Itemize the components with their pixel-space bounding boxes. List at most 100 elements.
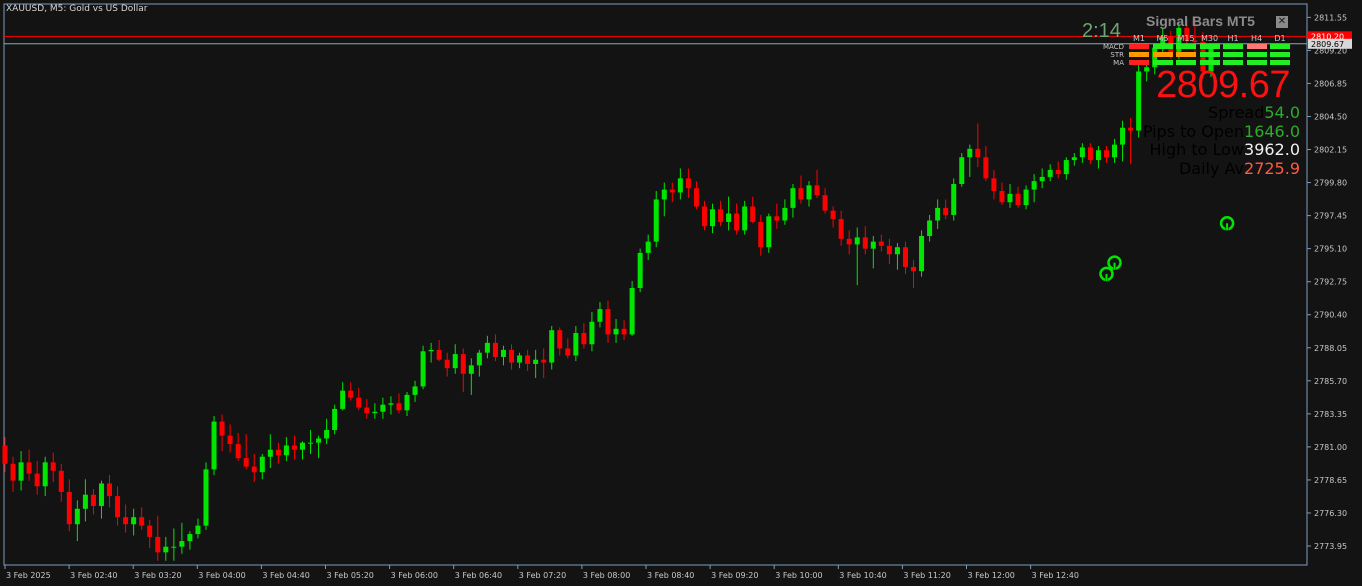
indicator-label: MA [1113, 59, 1124, 67]
candle-body [291, 445, 297, 450]
x-tick-label: 3 Feb 03:20 [134, 571, 181, 580]
y-tick-label: 2797.45 [1314, 212, 1347, 221]
signal-cell [1176, 60, 1196, 65]
candle-body [710, 209, 716, 227]
candle-body [533, 359, 539, 364]
signal-cell [1199, 52, 1220, 57]
signal-cell [1199, 44, 1220, 49]
candle-body [492, 342, 498, 357]
candle-body [742, 206, 748, 231]
x-tick-label: 3 Feb 10:40 [839, 571, 886, 580]
y-tick-label: 2795.10 [1314, 245, 1347, 254]
candle-body [147, 525, 153, 537]
y-tick-label: 2773.95 [1314, 542, 1347, 551]
candle-body [428, 349, 434, 352]
candle-body [1063, 160, 1069, 175]
candle-body [525, 355, 531, 364]
timeframe-label: M5 [1156, 34, 1169, 43]
indicator-label: STR [1110, 51, 1124, 59]
y-tick-label: 2785.70 [1314, 377, 1347, 386]
candle-body [862, 237, 868, 249]
signal-cell [1176, 44, 1196, 49]
y-tick-label: 2792.75 [1314, 278, 1347, 287]
stat-label: Daily Av [1178, 158, 1245, 178]
candle-body [758, 221, 764, 248]
x-tick-label: 3 Feb 08:40 [647, 571, 694, 580]
candle-body [509, 349, 515, 363]
candle-body [854, 237, 860, 245]
candle-body [975, 148, 981, 158]
x-tick-label: 3 Feb 09:20 [711, 571, 758, 580]
candle-body [541, 359, 547, 363]
candle-body [750, 206, 756, 222]
candle-body [565, 348, 571, 356]
candle-body [115, 496, 121, 518]
candle-body [581, 333, 587, 345]
candle-body [814, 185, 820, 196]
candle-body [902, 247, 908, 267]
candle-body [1039, 176, 1045, 182]
stat-row: Pips to Open1646.0 [1143, 122, 1300, 141]
candle-body [927, 220, 933, 236]
signal-cell [1223, 44, 1243, 49]
candle-body [340, 390, 346, 409]
candle-body [935, 207, 941, 221]
timeframe-label: M30 [1200, 34, 1219, 43]
candle-body [227, 435, 233, 445]
x-tick-label: 3 Feb 12:00 [968, 571, 1015, 580]
candle-body [283, 445, 289, 456]
candle-body [123, 517, 129, 525]
y-tick-label: 2781.00 [1314, 443, 1347, 452]
y-tick-label: 2806.85 [1314, 79, 1347, 88]
stat-row: High to Low3962.0 [1150, 140, 1301, 159]
current-price: 2809.67 [1156, 64, 1290, 106]
candle-body [299, 442, 305, 450]
candle-body [1015, 193, 1021, 206]
timeframe-label: H4 [1250, 34, 1263, 43]
panel-title: Signal Bars MT5 [1146, 13, 1255, 29]
candle-body [42, 462, 48, 487]
candle-body [364, 407, 370, 414]
candle-body [645, 241, 651, 253]
candle-body [557, 330, 563, 349]
candle-body [275, 449, 281, 456]
x-tick-label: 3 Feb 06:00 [391, 571, 438, 580]
candle-body [878, 241, 884, 246]
y-tick-label: 2790.40 [1314, 311, 1347, 320]
y-tick-label: 2799.80 [1314, 179, 1347, 188]
candle-body [50, 462, 56, 471]
signal-cell [1152, 60, 1173, 65]
candle-body [693, 188, 699, 207]
candle-body [82, 494, 88, 509]
x-tick-label: 3 Feb 04:00 [198, 571, 245, 580]
x-tick-label: 3 Feb 05:20 [327, 571, 374, 580]
candle-body [951, 183, 957, 215]
x-tick-label: 3 Feb 02:40 [70, 571, 117, 580]
y-tick-label: 2776.30 [1314, 509, 1347, 518]
stat-row: Daily Av2725.9 [1179, 159, 1300, 178]
candle-body [251, 466, 257, 473]
signal-cell [1270, 44, 1290, 49]
candle-body [388, 403, 394, 405]
candle-body [324, 430, 330, 439]
candle-body [943, 207, 949, 215]
timeframe-label: M1 [1133, 34, 1145, 43]
close-icon[interactable]: ✕ [1276, 16, 1288, 28]
candle-body [90, 494, 96, 506]
candle-body [669, 189, 675, 193]
candle-body [372, 411, 378, 414]
candle-body [911, 266, 917, 272]
signal-cell [1223, 52, 1243, 57]
candle-body [1071, 157, 1077, 161]
stat-value: 2725.9 [1244, 158, 1300, 178]
candle-body [2, 445, 8, 464]
candle-body [436, 349, 442, 360]
candle-body [983, 157, 989, 179]
candle-body [517, 355, 523, 363]
y-tick-label: 2804.50 [1314, 112, 1347, 121]
candle-body [573, 333, 579, 356]
candle-body [18, 462, 24, 481]
candle-body [460, 354, 466, 374]
signal-cell [1270, 52, 1290, 57]
candle-body [621, 328, 627, 335]
